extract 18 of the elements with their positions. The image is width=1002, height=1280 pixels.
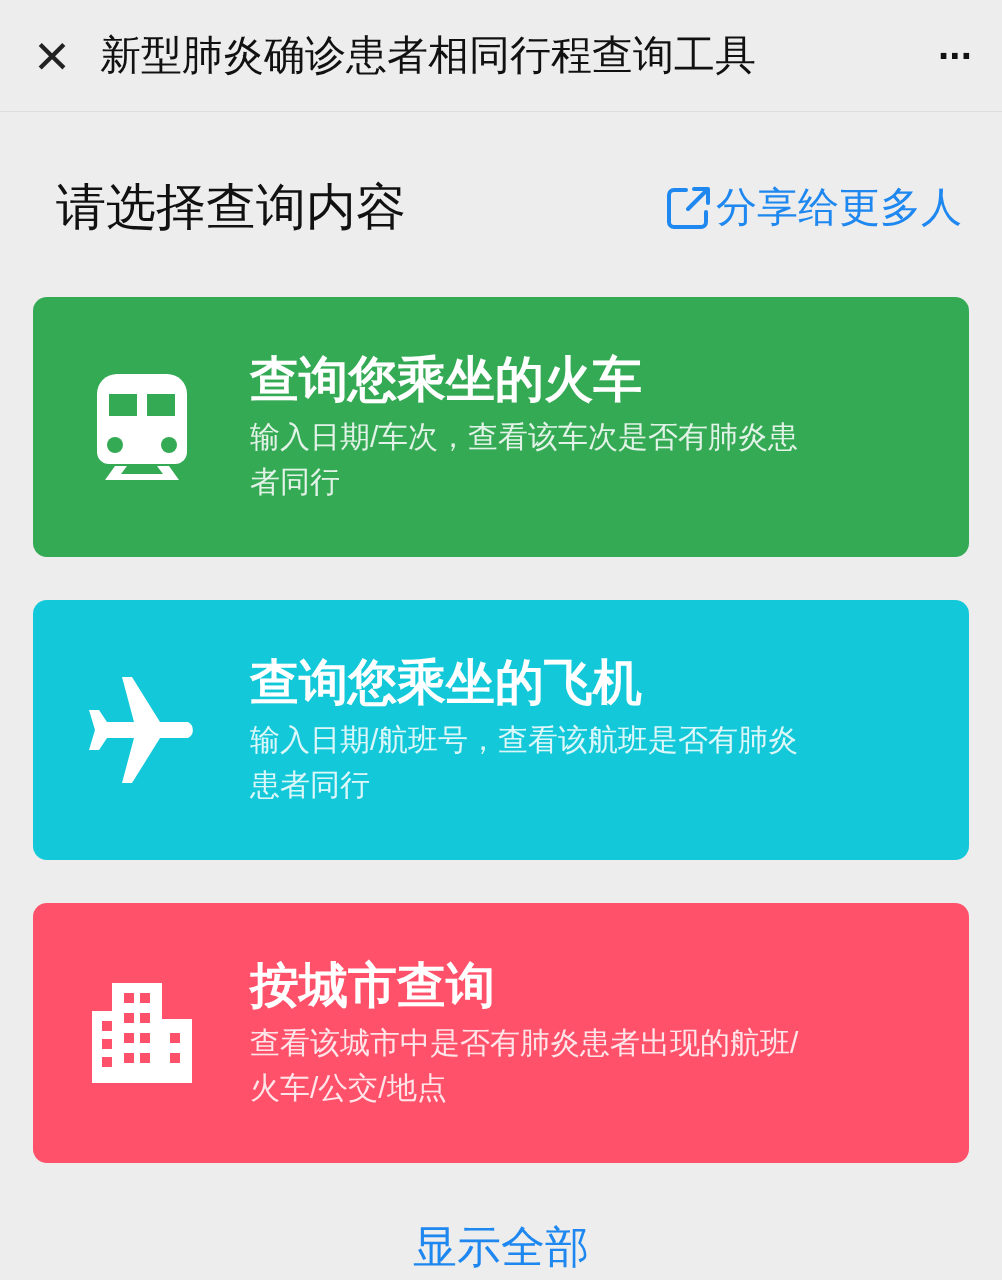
card-description: 输入日期/车次，查看该车次是否有肺炎患者同行 xyxy=(250,419,800,501)
query-card[interactable]: 按城市查询 查看该城市中是否有肺炎患者出现的航班/火车/公交/地点 xyxy=(33,903,969,1163)
card-title: 按城市查询 xyxy=(250,956,496,1014)
card-description: 输入日期/航班号，查看该航班是否有肺炎患者同行 xyxy=(250,722,800,804)
share-link[interactable]: 分享给更多人 xyxy=(666,176,962,239)
page-title: 新型肺炎确诊患者相同行程查询工具 xyxy=(100,30,757,80)
card-title: 查询您乘坐的火车 xyxy=(250,350,643,408)
query-card[interactable]: 查询您乘坐的火车 输入日期/车次，查看该车次是否有肺炎患者同行 xyxy=(33,297,969,557)
show-all-link[interactable]: 显示全部 xyxy=(413,1225,589,1269)
query-card[interactable]: 查询您乘坐的飞机 输入日期/航班号，查看该航班是否有肺炎患者同行 xyxy=(33,600,969,860)
close-button[interactable]: × xyxy=(30,25,74,86)
share-icon xyxy=(666,185,712,230)
building-icon xyxy=(91,983,192,1083)
train-icon xyxy=(96,374,187,480)
more-button[interactable]: ··· xyxy=(938,35,972,76)
section-heading: 请选择查询内容 xyxy=(56,178,406,237)
card-description: 查看该城市中是否有肺炎患者出现的航班/火车/公交/地点 xyxy=(250,1025,800,1107)
card-title: 查询您乘坐的飞机 xyxy=(250,653,643,711)
